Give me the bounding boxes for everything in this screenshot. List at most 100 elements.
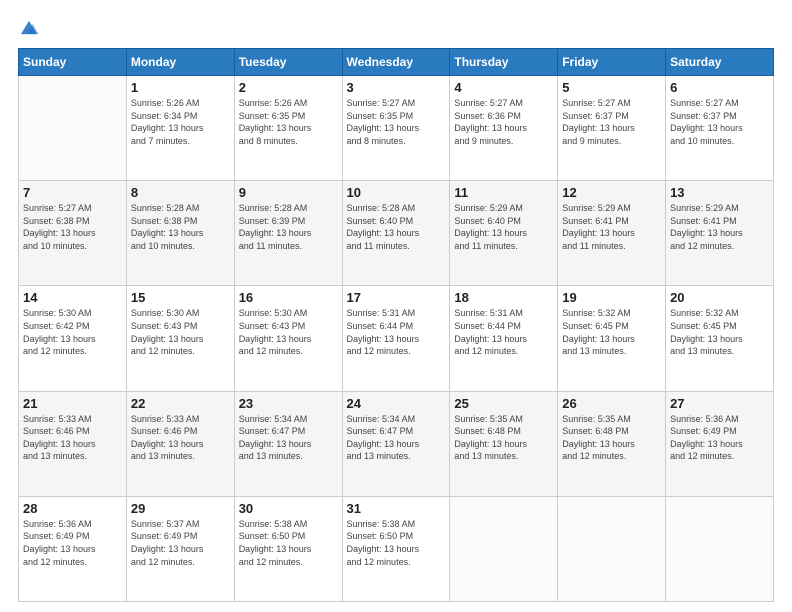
day-number: 19 [562,290,661,305]
cell-info: Sunrise: 5:36 AM Sunset: 6:49 PM Dayligh… [23,518,122,568]
calendar-cell: 3Sunrise: 5:27 AM Sunset: 6:35 PM Daylig… [342,76,450,181]
calendar-cell: 18Sunrise: 5:31 AM Sunset: 6:44 PM Dayli… [450,286,558,391]
day-number: 8 [131,185,230,200]
calendar-body: 1 Sunrise: 5:26 AM Sunset: 6:34 PM Daylig… [19,76,774,602]
calendar-cell: 7Sunrise: 5:27 AM Sunset: 6:38 PM Daylig… [19,181,127,286]
calendar-cell: 30Sunrise: 5:38 AM Sunset: 6:50 PM Dayli… [234,496,342,601]
day-number: 23 [239,396,338,411]
cell-info: Sunrise: 5:34 AM Sunset: 6:47 PM Dayligh… [347,413,446,463]
day-number: 28 [23,501,122,516]
calendar-cell: 9 Sunrise: 5:28 AM Sunset: 6:39 PM Daylig… [234,181,342,286]
cell-info: Sunrise: 5:26 AM Sunset: 6:35 PM Dayligh… [239,97,338,147]
cell-info: Sunrise: 5:38 AM Sunset: 6:50 PM Dayligh… [239,518,338,568]
calendar-week-3: 14 Sunrise: 5:30 AM Sunset: 6:42 PM Dayli… [19,286,774,391]
calendar-cell [558,496,666,601]
calendar-week-1: 1 Sunrise: 5:26 AM Sunset: 6:34 PM Daylig… [19,76,774,181]
cell-info: Sunrise: 5:28 AM Sunset: 6:38 PM Dayligh… [131,202,230,252]
day-header-saturday: Saturday [666,49,774,76]
calendar-cell: 27 Sunrise: 5:36 AM Sunset: 6:49 PM Dayli… [666,391,774,496]
calendar-cell: 16 Sunrise: 5:30 AM Sunset: 6:43 PM Dayli… [234,286,342,391]
day-number: 7 [23,185,122,200]
cell-info: Sunrise: 5:29 AM Sunset: 6:41 PM Dayligh… [562,202,661,252]
cell-info: Sunrise: 5:27 AM Sunset: 6:36 PM Dayligh… [454,97,553,147]
day-number: 3 [347,80,446,95]
day-number: 2 [239,80,338,95]
calendar-cell [666,496,774,601]
cell-info: Sunrise: 5:32 AM Sunset: 6:45 PM Dayligh… [562,307,661,357]
calendar-cell: 21 Sunrise: 5:33 AM Sunset: 6:46 PM Dayli… [19,391,127,496]
day-number: 5 [562,80,661,95]
cell-info: Sunrise: 5:30 AM Sunset: 6:42 PM Dayligh… [23,307,122,357]
calendar-table: SundayMondayTuesdayWednesdayThursdayFrid… [18,48,774,602]
day-number: 15 [131,290,230,305]
day-number: 25 [454,396,553,411]
cell-info: Sunrise: 5:35 AM Sunset: 6:48 PM Dayligh… [454,413,553,463]
calendar-cell: 1 Sunrise: 5:26 AM Sunset: 6:34 PM Daylig… [126,76,234,181]
day-header-thursday: Thursday [450,49,558,76]
logo [18,18,44,40]
day-number: 22 [131,396,230,411]
cell-info: Sunrise: 5:35 AM Sunset: 6:48 PM Dayligh… [562,413,661,463]
calendar-cell: 6Sunrise: 5:27 AM Sunset: 6:37 PM Daylig… [666,76,774,181]
days-of-week-row: SundayMondayTuesdayWednesdayThursdayFrid… [19,49,774,76]
day-header-friday: Friday [558,49,666,76]
day-number: 12 [562,185,661,200]
calendar-cell: 14 Sunrise: 5:30 AM Sunset: 6:42 PM Dayli… [19,286,127,391]
calendar-cell: 25 Sunrise: 5:35 AM Sunset: 6:48 PM Dayli… [450,391,558,496]
calendar-cell: 26 Sunrise: 5:35 AM Sunset: 6:48 PM Dayli… [558,391,666,496]
day-header-wednesday: Wednesday [342,49,450,76]
day-number: 13 [670,185,769,200]
day-header-monday: Monday [126,49,234,76]
cell-info: Sunrise: 5:32 AM Sunset: 6:45 PM Dayligh… [670,307,769,357]
calendar-cell: 23 Sunrise: 5:34 AM Sunset: 6:47 PM Dayli… [234,391,342,496]
day-number: 31 [347,501,446,516]
day-number: 14 [23,290,122,305]
cell-info: Sunrise: 5:26 AM Sunset: 6:34 PM Dayligh… [131,97,230,147]
calendar-cell [450,496,558,601]
calendar-cell: 4Sunrise: 5:27 AM Sunset: 6:36 PM Daylig… [450,76,558,181]
cell-info: Sunrise: 5:28 AM Sunset: 6:40 PM Dayligh… [347,202,446,252]
calendar-cell: 29 Sunrise: 5:37 AM Sunset: 6:49 PM Dayli… [126,496,234,601]
cell-info: Sunrise: 5:37 AM Sunset: 6:49 PM Dayligh… [131,518,230,568]
calendar-cell: 24 Sunrise: 5:34 AM Sunset: 6:47 PM Dayli… [342,391,450,496]
logo-icon [18,18,40,40]
cell-info: Sunrise: 5:27 AM Sunset: 6:37 PM Dayligh… [670,97,769,147]
calendar-cell: 2 Sunrise: 5:26 AM Sunset: 6:35 PM Daylig… [234,76,342,181]
day-header-sunday: Sunday [19,49,127,76]
cell-info: Sunrise: 5:33 AM Sunset: 6:46 PM Dayligh… [131,413,230,463]
calendar-cell: 17Sunrise: 5:31 AM Sunset: 6:44 PM Dayli… [342,286,450,391]
cell-info: Sunrise: 5:31 AM Sunset: 6:44 PM Dayligh… [454,307,553,357]
cell-info: Sunrise: 5:30 AM Sunset: 6:43 PM Dayligh… [239,307,338,357]
day-number: 10 [347,185,446,200]
calendar-cell: 13 Sunrise: 5:29 AM Sunset: 6:41 PM Dayli… [666,181,774,286]
day-number: 24 [347,396,446,411]
cell-info: Sunrise: 5:33 AM Sunset: 6:46 PM Dayligh… [23,413,122,463]
calendar-cell: 12 Sunrise: 5:29 AM Sunset: 6:41 PM Dayli… [558,181,666,286]
cell-info: Sunrise: 5:29 AM Sunset: 6:41 PM Dayligh… [670,202,769,252]
cell-info: Sunrise: 5:28 AM Sunset: 6:39 PM Dayligh… [239,202,338,252]
calendar-cell: 22 Sunrise: 5:33 AM Sunset: 6:46 PM Dayli… [126,391,234,496]
calendar-cell: 28 Sunrise: 5:36 AM Sunset: 6:49 PM Dayli… [19,496,127,601]
day-number: 16 [239,290,338,305]
cell-info: Sunrise: 5:34 AM Sunset: 6:47 PM Dayligh… [239,413,338,463]
calendar-cell: 15 Sunrise: 5:30 AM Sunset: 6:43 PM Dayli… [126,286,234,391]
day-number: 20 [670,290,769,305]
cell-info: Sunrise: 5:30 AM Sunset: 6:43 PM Dayligh… [131,307,230,357]
day-number: 9 [239,185,338,200]
day-number: 1 [131,80,230,95]
day-number: 26 [562,396,661,411]
calendar-cell: 11Sunrise: 5:29 AM Sunset: 6:40 PM Dayli… [450,181,558,286]
cell-info: Sunrise: 5:36 AM Sunset: 6:49 PM Dayligh… [670,413,769,463]
calendar-cell [19,76,127,181]
day-number: 27 [670,396,769,411]
calendar-week-4: 21 Sunrise: 5:33 AM Sunset: 6:46 PM Dayli… [19,391,774,496]
calendar-header: SundayMondayTuesdayWednesdayThursdayFrid… [19,49,774,76]
day-number: 17 [347,290,446,305]
calendar-cell: 19 Sunrise: 5:32 AM Sunset: 6:45 PM Dayli… [558,286,666,391]
cell-info: Sunrise: 5:38 AM Sunset: 6:50 PM Dayligh… [347,518,446,568]
day-number: 29 [131,501,230,516]
calendar-cell: 31 Sunrise: 5:38 AM Sunset: 6:50 PM Dayli… [342,496,450,601]
day-number: 21 [23,396,122,411]
calendar-cell: 10 Sunrise: 5:28 AM Sunset: 6:40 PM Dayli… [342,181,450,286]
calendar-week-2: 7Sunrise: 5:27 AM Sunset: 6:38 PM Daylig… [19,181,774,286]
